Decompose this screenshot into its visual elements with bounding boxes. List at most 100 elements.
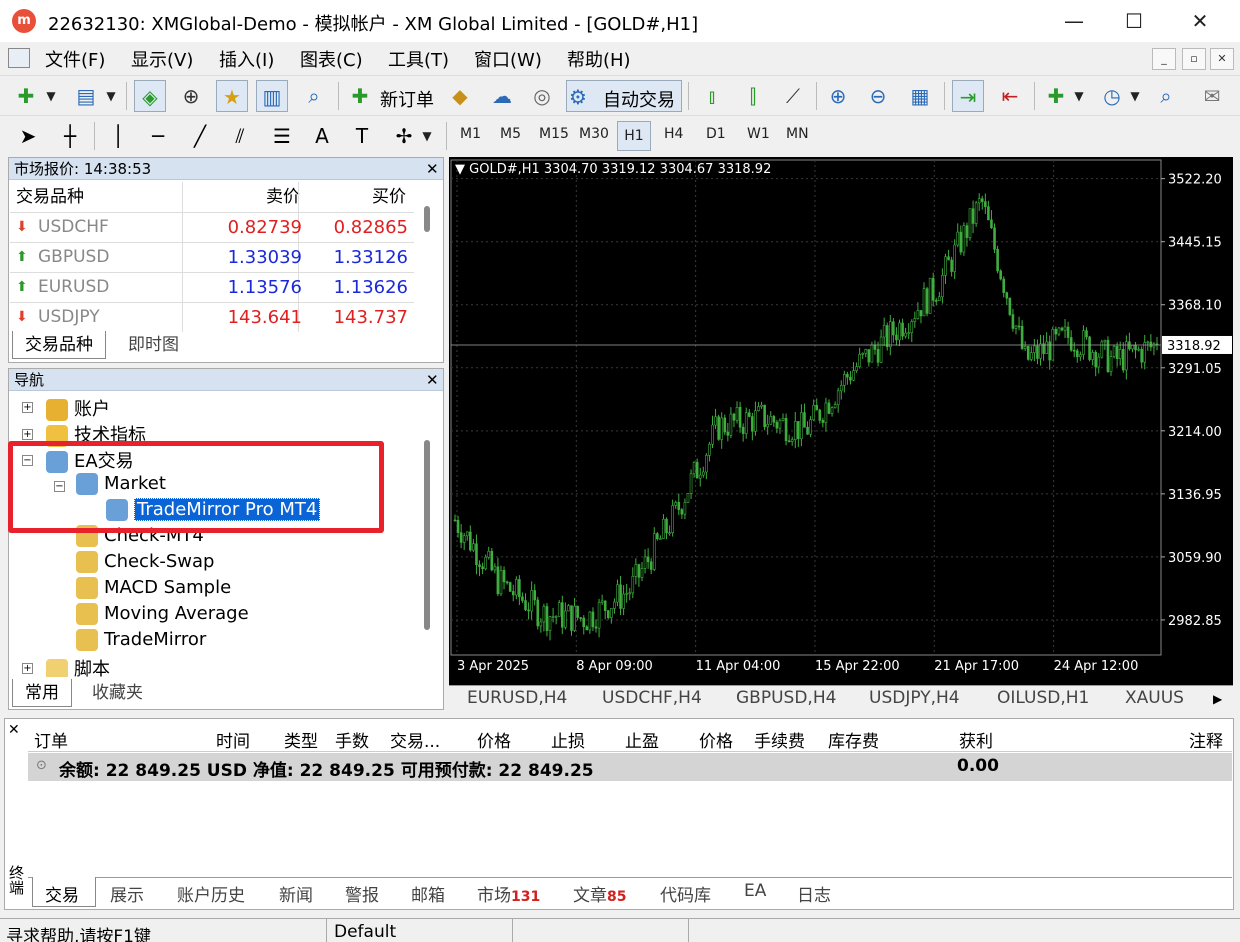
mdi-restore-icon[interactable]: ▫ xyxy=(1182,48,1206,70)
expand-icon[interactable]: + xyxy=(22,663,33,674)
tab-trade[interactable]: 交易 xyxy=(45,881,79,906)
tile-windows-icon[interactable]: ▦ xyxy=(904,80,936,112)
vertical-line-icon[interactable]: │ xyxy=(102,120,134,152)
column-tp[interactable]: 止盈 xyxy=(625,727,659,752)
tab-market[interactable]: 市场131 xyxy=(477,881,540,906)
menu-tools[interactable]: 工具(T) xyxy=(388,46,449,72)
tab-articles[interactable]: 文章85 xyxy=(573,881,626,906)
table-row[interactable]: ⬆ EURUSD 1.13576 1.13626 xyxy=(10,272,414,302)
mdi-minimize-icon[interactable]: _ xyxy=(1152,48,1176,70)
column-profit[interactable]: 获利 xyxy=(959,727,993,752)
scroll-right-icon[interactable]: ▶ xyxy=(1213,692,1222,706)
column-bid[interactable]: 卖价 xyxy=(266,182,300,212)
table-row[interactable]: ⬇ USDCHF 0.82739 0.82865 xyxy=(10,212,414,242)
chart-tab[interactable]: OILUSD,H1 xyxy=(997,688,1089,708)
new-order-button[interactable]: 新订单 xyxy=(380,86,434,112)
signals-icon[interactable]: ☁ xyxy=(486,80,518,112)
table-row[interactable]: ⬆ GBPUSD 1.33039 1.33126 xyxy=(10,242,414,272)
column-swap[interactable]: 库存费 xyxy=(828,727,879,752)
tab-code-base[interactable]: 代码库 xyxy=(660,881,711,906)
column-comment[interactable]: 注释 xyxy=(1189,727,1223,752)
chevron-down-icon[interactable]: ▼ xyxy=(418,120,436,152)
new-order-icon[interactable]: ✚ xyxy=(344,80,376,112)
menu-help[interactable]: 帮助(H) xyxy=(567,46,631,72)
close-icon[interactable]: ✕ xyxy=(426,369,439,391)
tab-news[interactable]: 新闻 xyxy=(279,881,313,906)
price-chart[interactable]: 3522.20 3445.15 3368.10 3291.05 3214.00 3136.… xyxy=(449,157,1233,685)
crosshair-icon[interactable]: ┼ xyxy=(54,120,86,152)
tab-mailbox[interactable]: 邮箱 xyxy=(411,881,445,906)
chat-icon[interactable]: ✉ xyxy=(1196,80,1228,112)
data-window-icon[interactable]: ⊕ xyxy=(175,80,207,112)
trendline-icon[interactable]: ╱ xyxy=(184,120,216,152)
column-symbol[interactable]: 交易品种 xyxy=(16,182,84,212)
nav-macd-sample[interactable]: MACD Sample xyxy=(76,577,231,599)
market-icon[interactable]: ◎ xyxy=(526,80,558,112)
terminal-icon[interactable]: ▥ xyxy=(256,80,288,112)
nav-check-swap[interactable]: Check-Swap xyxy=(76,551,214,573)
chevron-down-icon[interactable]: ▼ xyxy=(1126,80,1144,112)
indicators-icon[interactable]: ✚ xyxy=(1040,80,1072,112)
column-sl[interactable]: 止损 xyxy=(551,727,585,752)
timeframe-w1[interactable]: W1 xyxy=(747,126,770,142)
chart-tab[interactable]: USDCHF,H4 xyxy=(602,688,702,708)
column-time[interactable]: 时间 xyxy=(216,727,250,752)
tab-symbols[interactable]: 交易品种 xyxy=(12,331,106,359)
market-watch-icon[interactable]: ◈ xyxy=(134,80,166,112)
tab-tick-chart[interactable]: 即时图 xyxy=(116,331,191,359)
close-icon[interactable]: ✕ xyxy=(1170,0,1230,42)
column-lots[interactable]: 手数 xyxy=(335,727,369,752)
chart-shift-icon[interactable]: ⇤ xyxy=(994,80,1026,112)
search-icon[interactable]: ⌕ xyxy=(1150,80,1182,112)
profiles-icon[interactable]: ▤ xyxy=(70,80,102,112)
cursor-icon[interactable]: ➤ xyxy=(12,120,44,152)
chart-tab[interactable]: USDJPY,H4 xyxy=(869,688,960,708)
close-icon[interactable]: ✕ xyxy=(426,158,439,180)
maximize-icon[interactable]: ☐ xyxy=(1104,0,1164,42)
scrollbar[interactable] xyxy=(424,206,430,232)
nav-scripts[interactable]: 脚本 xyxy=(46,655,110,677)
balance-row[interactable]: ⊙ 余额: 22 849.25 USD 净值: 22 849.25 可用预付款:… xyxy=(28,753,1232,781)
candlestick-icon[interactable]: ⫿ xyxy=(737,80,769,112)
scrollbar[interactable] xyxy=(424,440,430,630)
tab-account-history[interactable]: 账户历史 xyxy=(177,881,245,906)
new-chart-icon[interactable]: ✚ xyxy=(10,80,42,112)
text-label-icon[interactable]: T xyxy=(346,120,378,152)
chart-tab[interactable]: XAUUS xyxy=(1125,688,1195,708)
chart-window-icon[interactable] xyxy=(8,48,30,68)
timeframe-h4[interactable]: H4 xyxy=(664,126,683,142)
timeframe-h1[interactable]: H1 xyxy=(617,121,651,151)
expand-icon[interactable]: + xyxy=(22,402,33,413)
timeframe-d1[interactable]: D1 xyxy=(706,126,726,142)
column-open-price[interactable]: 价格 xyxy=(477,727,511,752)
column-price[interactable]: 价格 xyxy=(699,727,733,752)
column-symbol[interactable]: 交易... xyxy=(390,727,440,752)
close-icon[interactable]: ✕ xyxy=(8,722,20,738)
table-row[interactable]: ⬇ USDJPY 143.641 143.737 xyxy=(10,302,414,332)
menu-file[interactable]: 文件(F) xyxy=(45,46,105,72)
chevron-down-icon[interactable]: ▼ xyxy=(42,80,60,112)
chevron-down-icon[interactable]: ▼ xyxy=(1070,80,1088,112)
status-profile[interactable]: Default xyxy=(334,922,396,942)
chevron-down-icon[interactable]: ▼ xyxy=(102,80,120,112)
periods-icon[interactable]: ◷ xyxy=(1096,80,1128,112)
timeframe-m5[interactable]: M5 xyxy=(500,126,521,142)
timeframe-m1[interactable]: M1 xyxy=(460,126,481,142)
candlestick-chart[interactable]: 3522.20 3445.15 3368.10 3291.05 3214.00 3136.… xyxy=(449,157,1233,685)
menu-charts[interactable]: 图表(C) xyxy=(300,46,363,72)
chart-tab[interactable]: GBPUSD,H4 xyxy=(736,688,836,708)
timeframe-mn[interactable]: MN xyxy=(786,126,809,142)
column-ask[interactable]: 买价 xyxy=(372,182,406,212)
nav-moving-average[interactable]: Moving Average xyxy=(76,603,249,625)
shapes-icon[interactable]: ✢ xyxy=(388,120,420,152)
menu-insert[interactable]: 插入(I) xyxy=(219,46,274,72)
equidistant-channel-icon[interactable]: ⫽ xyxy=(224,120,256,152)
column-type[interactable]: 类型 xyxy=(284,727,318,752)
fibonacci-icon[interactable]: ☰ xyxy=(266,120,298,152)
zoom-out-icon[interactable]: ⊖ xyxy=(862,80,894,112)
horizontal-line-icon[interactable]: ─ xyxy=(142,120,174,152)
tab-journal[interactable]: 日志 xyxy=(797,881,831,906)
tab-common[interactable]: 常用 xyxy=(12,679,72,707)
mdi-close-icon[interactable]: ✕ xyxy=(1210,48,1234,70)
chart-tab[interactable]: EURUSD,H4 xyxy=(467,688,567,708)
